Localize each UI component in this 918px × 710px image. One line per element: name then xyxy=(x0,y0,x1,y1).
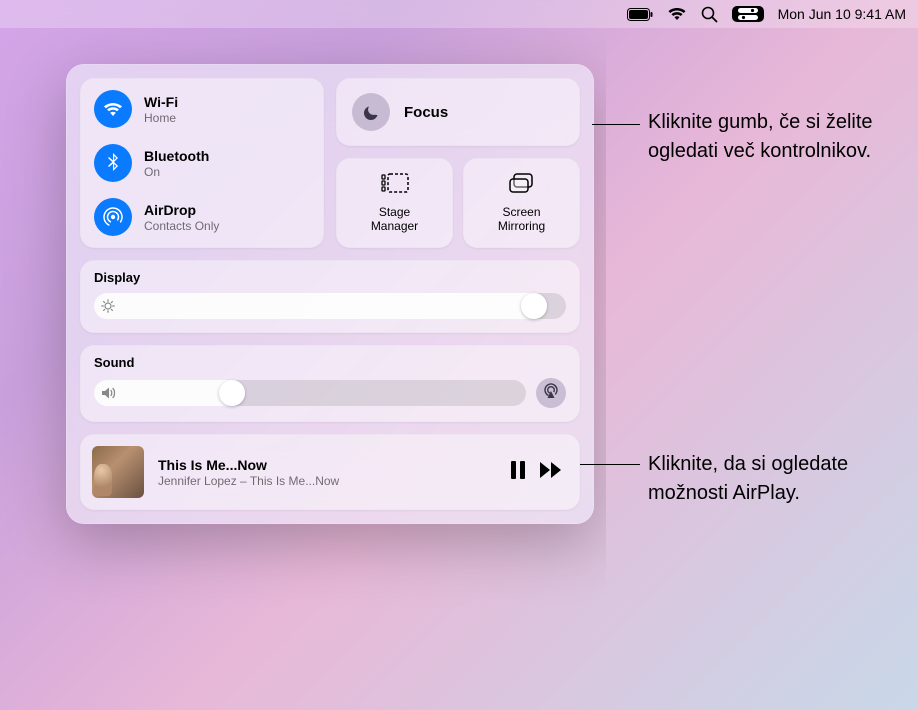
sound-panel: Sound xyxy=(80,345,580,422)
control-center-menubar-icon[interactable] xyxy=(732,6,764,22)
airdrop-status: Contacts Only xyxy=(144,219,219,233)
menubar-datetime[interactable]: Mon Jun 10 9:41 AM xyxy=(778,6,906,22)
screen-mirroring-button[interactable]: Screen Mirroring xyxy=(463,158,580,248)
track-title: This Is Me...Now xyxy=(158,457,496,473)
wifi-status: Home xyxy=(144,111,178,125)
pause-button[interactable] xyxy=(510,461,526,484)
speaker-icon xyxy=(101,386,117,400)
now-playing-panel[interactable]: This Is Me...Now Jennifer Lopez – This I… xyxy=(80,434,580,510)
airplay-icon xyxy=(542,383,560,404)
bluetooth-toggle[interactable]: Bluetooth On xyxy=(94,144,310,182)
display-slider[interactable] xyxy=(94,293,566,319)
display-label: Display xyxy=(94,270,566,285)
airdrop-label: AirDrop xyxy=(144,202,219,218)
wifi-toggle[interactable]: Wi-Fi Home xyxy=(94,90,310,128)
battery-icon[interactable] xyxy=(627,8,653,21)
stage-manager-label: Stage Manager xyxy=(371,205,418,234)
airplay-audio-button[interactable] xyxy=(536,378,566,408)
screen-mirroring-label: Screen Mirroring xyxy=(498,205,545,234)
track-subtitle: Jennifer Lopez – This Is Me...Now xyxy=(158,474,496,488)
airdrop-icon xyxy=(94,198,132,236)
sound-label: Sound xyxy=(94,355,566,370)
sound-slider[interactable] xyxy=(94,380,526,406)
desktop-area: Wi-Fi Home Bluetooth On AirDrop xyxy=(0,28,606,710)
callout-line-airplay xyxy=(580,464,640,465)
callout-line-focus xyxy=(592,124,640,125)
bluetooth-status: On xyxy=(144,165,209,179)
moon-icon xyxy=(352,93,390,131)
brightness-icon xyxy=(101,299,115,313)
menubar: Mon Jun 10 9:41 AM xyxy=(0,0,918,28)
callout-airplay: Kliknite, da si ogledate možnosti AirPla… xyxy=(648,450,898,508)
search-menubar-icon[interactable] xyxy=(701,6,718,23)
display-panel: Display xyxy=(80,260,580,333)
bluetooth-label: Bluetooth xyxy=(144,148,209,164)
wifi-menubar-icon[interactable] xyxy=(667,7,687,21)
connectivity-group: Wi-Fi Home Bluetooth On AirDrop xyxy=(80,78,324,248)
bluetooth-icon xyxy=(94,144,132,182)
album-art xyxy=(92,446,144,498)
airdrop-toggle[interactable]: AirDrop Contacts Only xyxy=(94,198,310,236)
callout-focus: Kliknite gumb, če si želite ogledati več… xyxy=(648,108,898,166)
screen-mirroring-icon xyxy=(508,173,536,200)
next-track-button[interactable] xyxy=(540,462,562,483)
stage-manager-icon xyxy=(381,173,409,200)
focus-button[interactable]: Focus xyxy=(336,78,580,146)
control-center-panel: Wi-Fi Home Bluetooth On AirDrop xyxy=(66,64,594,524)
stage-manager-button[interactable]: Stage Manager xyxy=(336,158,453,248)
focus-label: Focus xyxy=(404,104,448,121)
wifi-icon xyxy=(94,90,132,128)
wifi-label: Wi-Fi xyxy=(144,94,178,110)
secondary-controls: Stage Manager Screen Mirroring xyxy=(336,158,580,248)
